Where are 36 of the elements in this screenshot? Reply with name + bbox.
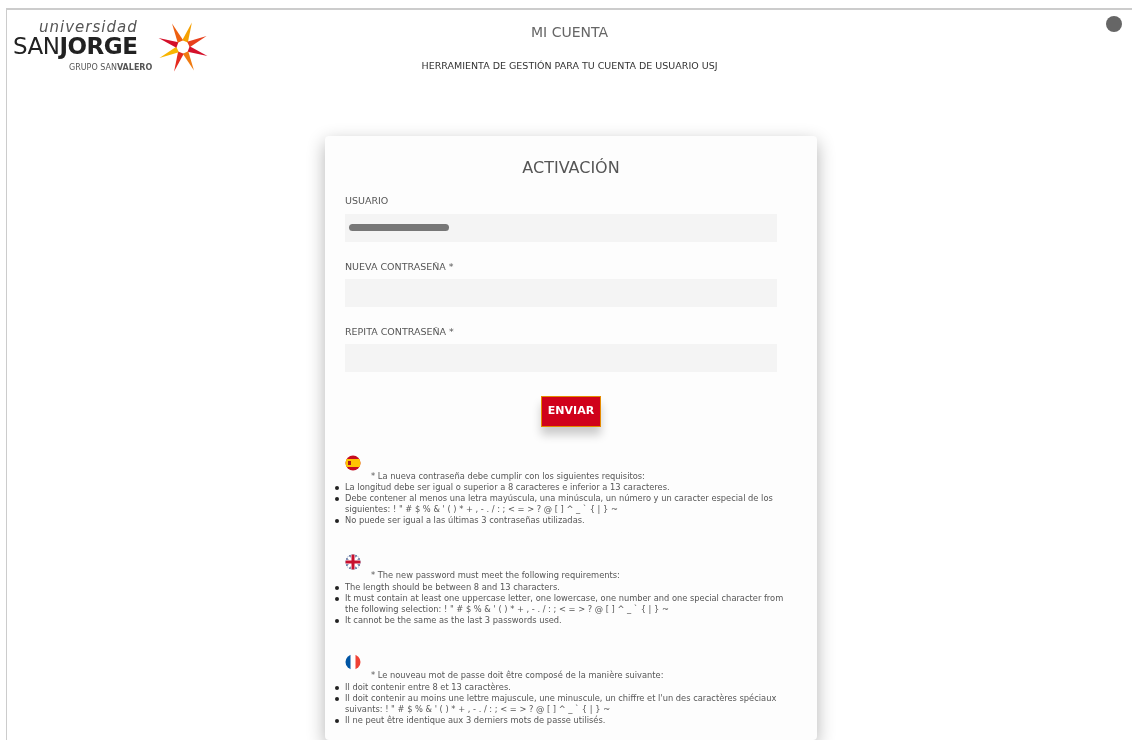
requirement-text: No puede ser igual a las últimas 3 contraseñas utilizadas. [345, 515, 585, 527]
field-label: NUEVA CONTRASEÑA * [345, 259, 455, 274]
bullet-icon [335, 696, 339, 701]
requirements-intro: * La nueva contraseña debe cumplir con los siguientes requisitos: [370, 470, 646, 482]
bullet-icon [335, 519, 339, 524]
bullet-icon [335, 585, 339, 590]
requirement-text: Il ne peut être identique aux 3 derniers mots de passe utilisés. [345, 715, 606, 727]
logo-subtitle: GRUPO SANVALERO [68, 62, 153, 74]
bullet-icon [335, 485, 339, 490]
page-title: MI CUENTA [530, 23, 608, 42]
toggle-icon[interactable] [1106, 16, 1122, 32]
page-subtitle: HERRAMIENTA DE GESTIÓN PARA TU CUENTA DE USUARIO USJ [421, 59, 718, 73]
requirement-text: It cannot be the same as the last 3 passwords used. [345, 615, 562, 627]
bullet-icon [335, 496, 339, 501]
requirement-text: Il doit contenir entre 8 et 13 caractères. [345, 681, 511, 693]
requirement-text: The length should be between 8 and 13 characters. [345, 581, 560, 593]
bullet-icon [335, 685, 339, 690]
bullet-icon [335, 719, 339, 724]
flag-icon [345, 554, 361, 571]
requirement-text: La longitud debe ser igual o superior a 8 caracteres e inferior a 13 caracteres. [345, 481, 670, 493]
requirement-text: It must contain at least one uppercase letter, one lowercase, one number and one special character from the following selection: ! " # $ % & ' ( ) * + , - . / : ; < = > ? @ [ ] ^ _ ` { | } ~ [345, 592, 785, 616]
logo-tagline: universidad [38, 20, 139, 35]
flag-icon [345, 454, 361, 471]
requirement-text: Il doit contenir au moins une lettre majuscule, une minuscule, un chiffre et l'un des caractères spéciaux suivants: ! " # $ % & ' ( ) * + , - . / : ; < = > ? @ [ ] ^ _ ` { | } ~ [345, 692, 778, 715]
field-label: REPITA CONTRASEÑA * [345, 324, 455, 339]
bullet-icon [335, 619, 339, 624]
field-label: USUARIO [345, 194, 390, 209]
bullet-icon [335, 596, 339, 601]
send-button[interactable]: ENVIAR [540, 396, 602, 427]
logo-wordmark: SANJORGE [13, 35, 139, 58]
flag-icon [345, 654, 361, 671]
requirements-intro: * The new password must meet the following requirements: [370, 570, 621, 582]
requirements-intro: * Le nouveau mot de passe doit être composé de la manière suivante: [370, 670, 665, 682]
form-title: ACTIVACIÓN [521, 157, 621, 180]
requirement-text: Debe contener al menos una letra mayúscula, una minúscula, un número y un caracter especial de los siguientes: ! " # $ % & ' ( ) * + , - . / : ; < = > ? @ [ ] ^ _ ` { | } ~ [345, 492, 774, 516]
input-field[interactable] [345, 213, 777, 242]
